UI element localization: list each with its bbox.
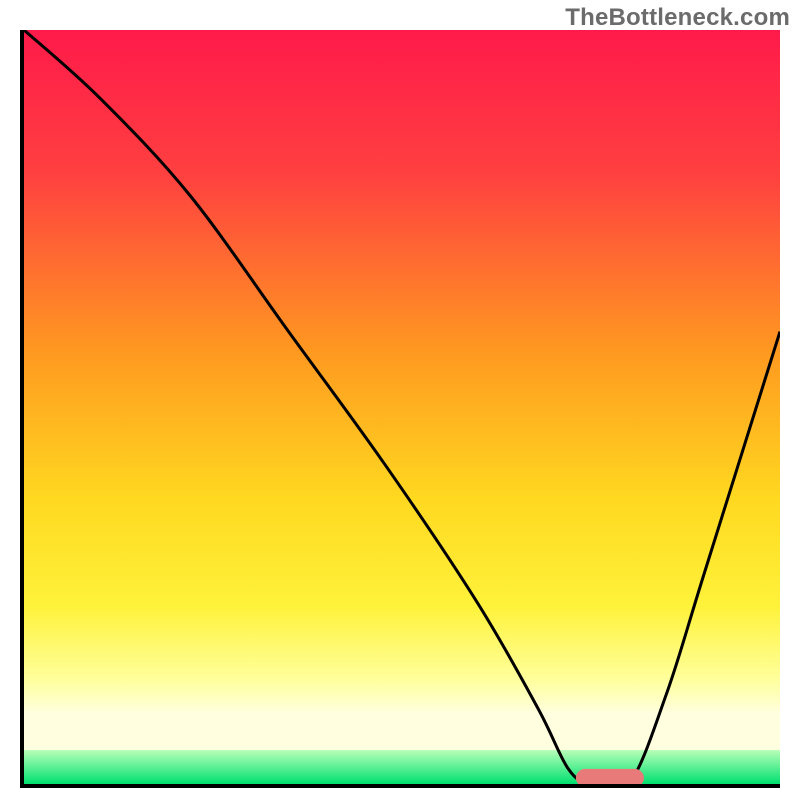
watermark-text: TheBottleneck.com bbox=[565, 4, 790, 32]
bottleneck-curve bbox=[24, 30, 780, 784]
plot-lines bbox=[24, 30, 780, 784]
optimum-marker bbox=[576, 769, 644, 784]
chart-canvas: TheBottleneck.com bbox=[0, 0, 800, 800]
plot-area bbox=[20, 30, 780, 788]
